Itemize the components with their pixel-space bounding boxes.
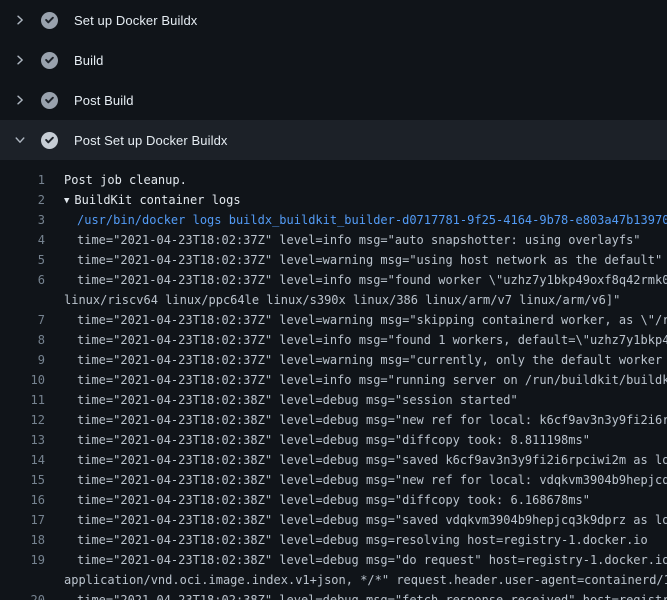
step-post-build[interactable]: Post Build — [0, 80, 667, 120]
log-text: time="2021-04-23T18:02:38Z" level=debug … — [64, 530, 648, 550]
line-number[interactable]: 7 — [0, 310, 45, 330]
group-expander-icon[interactable]: ▼ — [64, 191, 69, 211]
log-line: 11 time="2021-04-23T18:02:38Z" level=debu… — [0, 390, 667, 410]
check-circle-icon — [41, 92, 58, 109]
step-post-set-up-docker-buildx[interactable]: Post Set up Docker Buildx — [0, 120, 667, 160]
line-number[interactable]: 9 — [0, 350, 45, 370]
line-number[interactable]: 5 — [0, 250, 45, 270]
check-circle-icon — [41, 52, 58, 69]
line-number[interactable]: 13 — [0, 430, 45, 450]
log-line: 3/usr/bin/docker logs buildx_buildkit_bu… — [0, 210, 667, 230]
log-text: time="2021-04-23T18:02:37Z" level=info m… — [64, 230, 641, 250]
log-line: 18 time="2021-04-23T18:02:38Z" level=debu… — [0, 530, 667, 550]
step-set-up-docker-buildx[interactable]: Set up Docker Buildx — [0, 0, 667, 40]
line-number[interactable]: 18 — [0, 530, 45, 550]
log-line: 14 time="2021-04-23T18:02:38Z" level=debu… — [0, 450, 667, 470]
log-text: time="2021-04-23T18:02:38Z" level=debug … — [64, 410, 667, 430]
log-line: 8 time="2021-04-23T18:02:37Z" level=info … — [0, 330, 667, 350]
line-number[interactable]: 12 — [0, 410, 45, 430]
line-number[interactable] — [0, 290, 45, 310]
log-text: time="2021-04-23T18:02:38Z" level=debug … — [64, 470, 667, 490]
log-line: application/vnd.oci.image.index.v1+json,… — [0, 570, 667, 590]
log-area: 1 Post job cleanup. 2 ▼BuildKit container l… — [0, 160, 667, 600]
line-number[interactable]: 8 — [0, 330, 45, 350]
log-text: time="2021-04-23T18:02:38Z" level=debug … — [64, 390, 518, 410]
step-title: Set up Docker Buildx — [74, 13, 197, 28]
log-text: linux/riscv64 linux/ppc64le linux/s390x … — [64, 290, 620, 310]
log-line: 6 time="2021-04-23T18:02:37Z" level=info … — [0, 270, 667, 290]
log-line: 7 time="2021-04-23T18:02:37Z" level=warni… — [0, 310, 667, 330]
log-command-text[interactable]: /usr/bin/docker logs buildx_buildkit_bui… — [64, 210, 667, 230]
log-line: 9 time="2021-04-23T18:02:37Z" level=warni… — [0, 350, 667, 370]
log-text: time="2021-04-23T18:02:38Z" level=debug … — [64, 490, 590, 510]
line-number[interactable]: 6 — [0, 270, 45, 290]
log-text: time="2021-04-23T18:02:37Z" level=warnin… — [64, 250, 662, 270]
chevron-right-icon[interactable] — [12, 12, 28, 28]
step-title: Post Build — [74, 93, 134, 108]
log-text: time="2021-04-23T18:02:38Z" level=debug … — [64, 510, 667, 530]
log-line: 19 time="2021-04-23T18:02:38Z" level=debu… — [0, 550, 667, 570]
log-text: time="2021-04-23T18:02:38Z" level=debug … — [64, 430, 590, 450]
log-text: application/vnd.oci.image.index.v1+json,… — [64, 570, 667, 590]
log-line: 16 time="2021-04-23T18:02:38Z" level=debu… — [0, 490, 667, 510]
step-build[interactable]: Build — [0, 40, 667, 80]
chevron-right-icon[interactable] — [12, 52, 28, 68]
log-line: 13 time="2021-04-23T18:02:38Z" level=debu… — [0, 430, 667, 450]
chevron-down-icon[interactable] — [12, 132, 28, 148]
line-number[interactable]: 19 — [0, 550, 45, 570]
step-title: Build — [74, 53, 103, 68]
log-line: 5 time="2021-04-23T18:02:37Z" level=warni… — [0, 250, 667, 270]
line-number[interactable]: 2 — [0, 190, 45, 210]
line-number[interactable] — [0, 570, 45, 590]
log-line: 1 Post job cleanup. — [0, 170, 667, 190]
log-line: 15 time="2021-04-23T18:02:38Z" level=debu… — [0, 470, 667, 490]
log-text: time="2021-04-23T18:02:37Z" level=info m… — [64, 330, 667, 350]
chevron-right-icon[interactable] — [12, 92, 28, 108]
line-number[interactable]: 10 — [0, 370, 45, 390]
line-number[interactable]: 3 — [0, 210, 45, 230]
actions-log-viewer: Set up Docker Buildx Build Post Build — [0, 0, 667, 600]
line-number[interactable]: 16 — [0, 490, 45, 510]
log-line: 20 time="2021-04-23T18:02:38Z" level=debu… — [0, 590, 667, 600]
log-text: time="2021-04-23T18:02:38Z" level=debug … — [64, 550, 667, 570]
line-number[interactable]: 15 — [0, 470, 45, 490]
log-line: 12 time="2021-04-23T18:02:38Z" level=debu… — [0, 410, 667, 430]
check-circle-icon — [41, 12, 58, 29]
log-line: 17 time="2021-04-23T18:02:38Z" level=debu… — [0, 510, 667, 530]
log-text: Post job cleanup. — [64, 170, 187, 190]
log-text: time="2021-04-23T18:02:38Z" level=debug … — [64, 450, 667, 470]
line-number[interactable]: 20 — [0, 590, 45, 600]
log-line: 10 time="2021-04-23T18:02:37Z" level=info… — [0, 370, 667, 390]
line-number[interactable]: 17 — [0, 510, 45, 530]
check-circle-icon — [41, 132, 58, 149]
log-text: ▼BuildKit container logs — [64, 190, 241, 210]
log-text: time="2021-04-23T18:02:38Z" level=debug … — [64, 590, 667, 600]
log-text: time="2021-04-23T18:02:37Z" level=warnin… — [64, 310, 667, 330]
log-line: 2 ▼BuildKit container logs — [0, 190, 667, 210]
line-number[interactable]: 11 — [0, 390, 45, 410]
log-text: time="2021-04-23T18:02:37Z" level=warnin… — [64, 350, 667, 370]
line-number[interactable]: 4 — [0, 230, 45, 250]
log-line: 4 time="2021-04-23T18:02:37Z" level=info … — [0, 230, 667, 250]
line-number[interactable]: 1 — [0, 170, 45, 190]
log-text: time="2021-04-23T18:02:37Z" level=info m… — [64, 370, 667, 390]
log-text: time="2021-04-23T18:02:37Z" level=info m… — [64, 270, 667, 290]
log-line: linux/riscv64 linux/ppc64le linux/s390x … — [0, 290, 667, 310]
line-number[interactable]: 14 — [0, 450, 45, 470]
step-list: Set up Docker Buildx Build Post Build — [0, 0, 667, 160]
step-title: Post Set up Docker Buildx — [74, 133, 228, 148]
